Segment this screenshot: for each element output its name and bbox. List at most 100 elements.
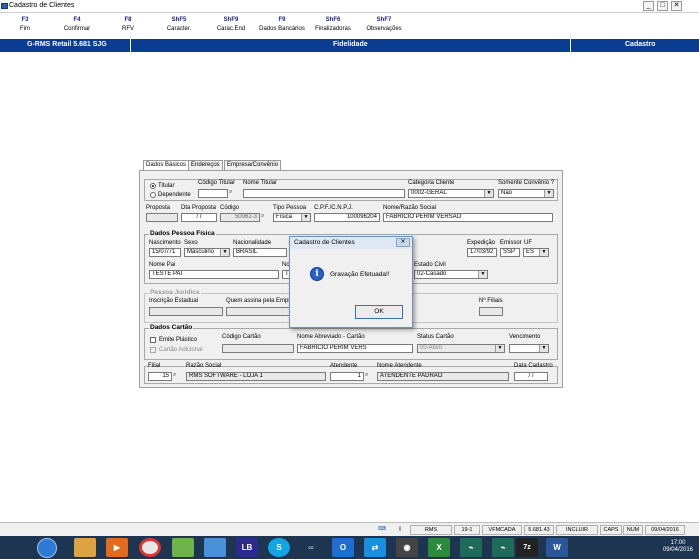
nome-input[interactable]: FABRICIO PERIM VERSAO bbox=[383, 213, 553, 222]
cartao-adicional-checkbox[interactable] bbox=[150, 347, 156, 353]
radio-dependente[interactable] bbox=[150, 192, 156, 198]
codigo-cartao-input[interactable] bbox=[222, 344, 294, 353]
emite-plastico-label: Emite Plástico bbox=[159, 337, 198, 343]
fk-confirmar-button[interactable]: F4 Confirmar bbox=[52, 16, 102, 34]
app-icon bbox=[1, 3, 8, 9]
terminal2-icon[interactable]: ⌁ bbox=[492, 538, 514, 557]
chevron-down-icon: ▼ bbox=[478, 271, 487, 278]
chevron-down-icon: ▼ bbox=[544, 190, 553, 197]
nr-filiais-input[interactable] bbox=[479, 307, 503, 316]
expedicao-input[interactable]: 17/03/92 bbox=[467, 248, 497, 257]
chat-icon[interactable] bbox=[204, 538, 226, 557]
radio-titular[interactable] bbox=[150, 183, 156, 189]
chevron-down-icon: ▼ bbox=[539, 345, 548, 352]
dta-proposta-input[interactable]: / / bbox=[181, 213, 217, 222]
clock-date: 09/04/2016 bbox=[662, 547, 693, 553]
fk-finalizadoras-button[interactable]: ShF6 Finalizadoras bbox=[308, 16, 358, 34]
search-binoculars-icon[interactable]: ⌕ bbox=[229, 188, 232, 196]
word-icon[interactable]: W bbox=[546, 538, 568, 557]
7zip-icon[interactable]: 7z bbox=[516, 538, 538, 557]
close-button[interactable]: ✕ bbox=[671, 1, 682, 11]
search-binoculars-icon[interactable]: ⌕ bbox=[261, 212, 264, 220]
module-header-bar: G-RMS Retail 5.681 SJG Fidelidade Cadast… bbox=[0, 39, 699, 52]
fk-carac-end-button[interactable]: ShF9 Carac.End bbox=[206, 16, 256, 34]
nome-abreviado-input[interactable]: FABRICIO PERIM VERS bbox=[297, 344, 413, 353]
tab-dados-basicos[interactable]: Dados Básicos bbox=[143, 160, 190, 170]
sexo-select[interactable]: Masculino ▼ bbox=[184, 248, 230, 257]
status-cartao-label: Status Cartão bbox=[417, 334, 454, 340]
nome-atendente-label: Nome Atendente bbox=[377, 363, 422, 369]
chevron-down-icon: ▼ bbox=[484, 190, 493, 197]
status-num: NUM bbox=[623, 525, 643, 535]
module-name: Fidelidade bbox=[333, 41, 368, 48]
emissor-input[interactable]: SSP bbox=[500, 248, 520, 257]
maximize-button[interactable]: □ bbox=[657, 1, 668, 11]
chevron-down-icon: ▼ bbox=[301, 214, 310, 221]
pessoa-fisica-title: Dados Pessoa Física bbox=[149, 230, 216, 238]
cpf-input[interactable]: 100096204 bbox=[314, 213, 380, 222]
nome-pai-input[interactable]: TESTE PAI bbox=[149, 270, 279, 279]
taskbar: e ▶ LB S ∞ O ⇄ ◉ X ⌁ ⌁ 7z W 17:00 09/04/… bbox=[0, 536, 699, 559]
nacionalidade-input[interactable]: BRASIL bbox=[233, 248, 287, 257]
uf-select[interactable]: ES ▼ bbox=[523, 248, 549, 257]
app-icon[interactable] bbox=[172, 538, 194, 557]
link-icon[interactable]: ∞ bbox=[300, 538, 322, 557]
codigo-titular-input[interactable] bbox=[198, 189, 228, 198]
system-clock[interactable]: 17:00 09/04/2016 bbox=[663, 540, 693, 554]
estado-civil-label: Estado Civil bbox=[414, 262, 446, 268]
tab-empresa-convenio[interactable]: Empresa/Convênio bbox=[224, 160, 282, 170]
lb-icon[interactable]: LB bbox=[236, 538, 258, 557]
dta-proposta-label: Dta Proposta bbox=[181, 205, 217, 211]
status-cartao-select[interactable]: 00-Ativo ▼ bbox=[417, 344, 505, 353]
confirmation-dialog: Cadastro de Clientes ✕ i Gravação Efetua… bbox=[289, 236, 413, 328]
disc-icon[interactable]: ◉ bbox=[396, 538, 418, 557]
media-player-icon[interactable]: ▶ bbox=[106, 538, 128, 557]
data-cadastro-label: Data Cadastro bbox=[514, 363, 553, 369]
clock-time: 17:00 bbox=[670, 540, 686, 546]
nascimento-input[interactable]: 15/07/71 bbox=[149, 248, 181, 257]
proposta-input[interactable] bbox=[146, 213, 178, 222]
nome-pai-label: Nome Pai bbox=[149, 262, 176, 268]
estado-civil-select[interactable]: 02-Casado ▼ bbox=[414, 270, 488, 279]
chevron-down-icon: ▼ bbox=[495, 345, 504, 352]
chevron-down-icon: ▼ bbox=[220, 249, 229, 256]
dados-cartao-title: Dados Cartão bbox=[149, 324, 194, 332]
categoria-label: Categoria Cliente bbox=[408, 180, 455, 186]
nome-titular-input[interactable] bbox=[243, 189, 405, 198]
fk-observacoes-button[interactable]: ShF7 Observações bbox=[359, 16, 409, 34]
search-binoculars-icon[interactable]: ⌕ bbox=[173, 371, 176, 379]
quem-assina-input[interactable] bbox=[226, 307, 290, 316]
teamviewer-icon[interactable]: ⇄ bbox=[364, 538, 386, 557]
fk-caracter-button[interactable]: ShF5 Caracter. bbox=[154, 16, 204, 34]
data-cadastro-input[interactable]: / / bbox=[514, 372, 548, 381]
file-explorer-icon[interactable] bbox=[74, 538, 96, 557]
tipo-pessoa-select[interactable]: Física ▼ bbox=[273, 213, 311, 222]
skype-icon[interactable]: S bbox=[268, 538, 290, 557]
search-binoculars-icon[interactable]: ⌕ bbox=[365, 371, 368, 379]
minimize-button[interactable]: _ bbox=[643, 1, 654, 11]
filial-input[interactable]: 15 bbox=[148, 372, 172, 381]
ok-button[interactable]: OK bbox=[355, 305, 403, 319]
categoria-select[interactable]: 0002-GERAL ▼ bbox=[408, 189, 494, 198]
vencimento-select[interactable]: ▼ bbox=[509, 344, 549, 353]
status-program: VFMCADA bbox=[482, 525, 522, 535]
outlook-icon[interactable]: O bbox=[332, 538, 354, 557]
emissor-label: Emissor bbox=[500, 240, 522, 246]
expedicao-label: Expedição bbox=[467, 240, 496, 246]
excel-icon[interactable]: X bbox=[428, 538, 450, 557]
chevron-down-icon: ▼ bbox=[539, 249, 548, 256]
tab-enderecos[interactable]: Endereços bbox=[188, 160, 223, 170]
dialog-close-button[interactable]: ✕ bbox=[396, 238, 410, 247]
inscricao-input[interactable] bbox=[149, 307, 223, 316]
fk-dados-bancarios-button[interactable]: F9 Dados Bancários bbox=[257, 16, 307, 34]
chrome-icon[interactable] bbox=[139, 538, 161, 557]
terminal-icon[interactable]: ⌁ bbox=[460, 538, 482, 557]
atendente-label: Atendente bbox=[330, 363, 358, 369]
window-title-bar: Cadastro de Clientes _ □ ✕ bbox=[0, 0, 699, 13]
start-button[interactable] bbox=[37, 538, 57, 558]
fk-rfv-button[interactable]: F8 RFV bbox=[103, 16, 153, 34]
somente-convenio-select[interactable]: Não ▼ bbox=[498, 189, 554, 198]
emite-plastico-checkbox[interactable] bbox=[150, 337, 156, 343]
atendente-input[interactable]: 1 bbox=[330, 372, 364, 381]
fk-fim-button[interactable]: F3 Fim bbox=[0, 16, 50, 34]
